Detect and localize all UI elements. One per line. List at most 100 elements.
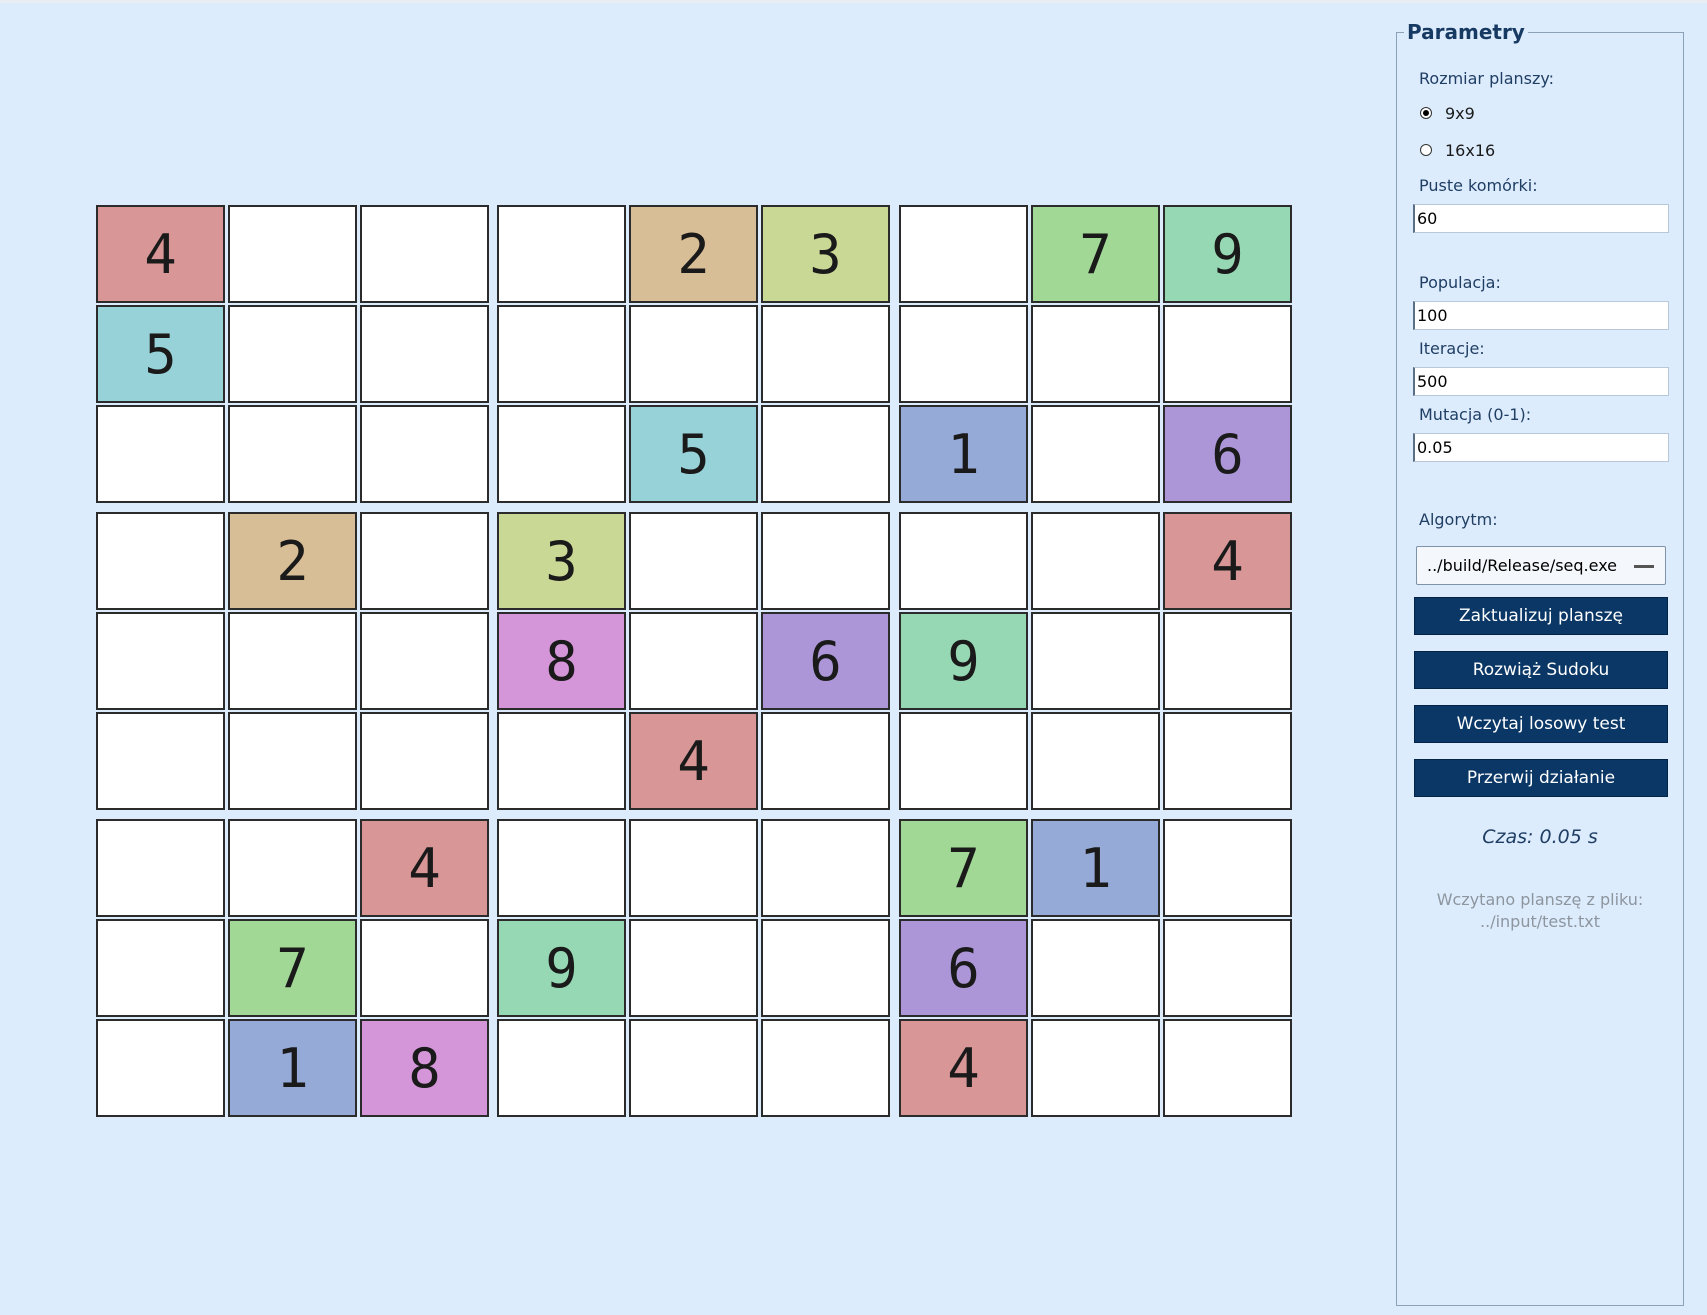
sudoku-cell-r1-c2[interactable] (228, 205, 357, 303)
algorithm-select[interactable]: ../build/Release/seq.exe (1416, 546, 1666, 585)
sudoku-cell-r4-c1[interactable] (96, 512, 225, 610)
sudoku-cell-r1-c3[interactable] (360, 205, 489, 303)
sudoku-cell-r4-c6[interactable] (761, 512, 890, 610)
sudoku-cell-r5-c7[interactable]: 9 (899, 612, 1028, 710)
sudoku-cell-r8-c6[interactable] (761, 919, 890, 1017)
sudoku-cell-r4-c4[interactable]: 3 (497, 512, 626, 610)
sudoku-cell-r2-c1[interactable]: 5 (96, 305, 225, 403)
iterations-label: Iteracje: (1419, 339, 1485, 358)
radio-size-9x9[interactable]: 9x9 (1420, 103, 1475, 123)
sudoku-cell-r7-c3[interactable]: 4 (360, 819, 489, 917)
dropdown-arrow-icon (1634, 565, 1654, 568)
sudoku-cell-r2-c2[interactable] (228, 305, 357, 403)
radio-indicator-icon[interactable] (1420, 144, 1432, 156)
sudoku-cell-r6-c7[interactable] (899, 712, 1028, 810)
radio-indicator-icon[interactable] (1420, 107, 1432, 119)
sudoku-cell-r7-c2[interactable] (228, 819, 357, 917)
sudoku-cell-r2-c8[interactable] (1031, 305, 1160, 403)
status-line-2: ../input/test.txt (1480, 912, 1600, 931)
sudoku-cell-r9-c2[interactable]: 1 (228, 1019, 357, 1117)
sudoku-cell-r1-c7[interactable] (899, 205, 1028, 303)
sudoku-cell-r4-c5[interactable] (629, 512, 758, 610)
sudoku-cell-r8-c9[interactable] (1163, 919, 1292, 1017)
sudoku-cell-r4-c7[interactable] (899, 512, 1028, 610)
sudoku-cell-r4-c3[interactable] (360, 512, 489, 610)
sudoku-cell-r6-c6[interactable] (761, 712, 890, 810)
sudoku-cell-r6-c1[interactable] (96, 712, 225, 810)
radio-size-16x16[interactable]: 16x16 (1420, 140, 1495, 160)
sudoku-cell-r7-c5[interactable] (629, 819, 758, 917)
sudoku-cell-r4-c2[interactable]: 2 (228, 512, 357, 610)
mutation-input[interactable] (1413, 433, 1669, 462)
sudoku-cell-r1-c9[interactable]: 9 (1163, 205, 1292, 303)
sudoku-cell-r3-c8[interactable] (1031, 405, 1160, 503)
empty-cells-input[interactable] (1413, 204, 1669, 233)
sudoku-cell-r5-c9[interactable] (1163, 612, 1292, 710)
sudoku-cell-r3-c9[interactable]: 6 (1163, 405, 1292, 503)
sudoku-cell-r8-c7[interactable]: 6 (899, 919, 1028, 1017)
sudoku-cell-r7-c6[interactable] (761, 819, 890, 917)
sudoku-cell-r9-c1[interactable] (96, 1019, 225, 1117)
sudoku-cell-r5-c8[interactable] (1031, 612, 1160, 710)
sudoku-cell-r9-c7[interactable]: 4 (899, 1019, 1028, 1117)
sudoku-cell-r2-c7[interactable] (899, 305, 1028, 403)
sudoku-cell-r3-c5[interactable]: 5 (629, 405, 758, 503)
sudoku-cell-r9-c8[interactable] (1031, 1019, 1160, 1117)
sudoku-cell-r7-c4[interactable] (497, 819, 626, 917)
sudoku-cell-r4-c8[interactable] (1031, 512, 1160, 610)
sudoku-cell-r8-c4[interactable]: 9 (497, 919, 626, 1017)
sudoku-cell-r3-c6[interactable] (761, 405, 890, 503)
sudoku-cell-r6-c3[interactable] (360, 712, 489, 810)
sudoku-cell-r8-c2[interactable]: 7 (228, 919, 357, 1017)
sudoku-cell-r1-c5[interactable]: 2 (629, 205, 758, 303)
sudoku-cell-r9-c3[interactable]: 8 (360, 1019, 489, 1117)
sudoku-cell-r2-c5[interactable] (629, 305, 758, 403)
update-board-button[interactable]: Zaktualizuj planszę (1414, 597, 1668, 635)
sudoku-cell-r8-c1[interactable] (96, 919, 225, 1017)
sudoku-cell-r3-c3[interactable] (360, 405, 489, 503)
sudoku-cell-r1-c6[interactable]: 3 (761, 205, 890, 303)
load-random-test-button[interactable]: Wczytaj losowy test (1414, 705, 1668, 743)
sudoku-cell-r7-c7[interactable]: 7 (899, 819, 1028, 917)
sudoku-cell-r5-c6[interactable]: 6 (761, 612, 890, 710)
sudoku-cell-r9-c6[interactable] (761, 1019, 890, 1117)
sudoku-board: 4237955162348694471796184 (0, 0, 1300, 1130)
sudoku-cell-r6-c4[interactable] (497, 712, 626, 810)
sudoku-cell-r7-c9[interactable] (1163, 819, 1292, 917)
sudoku-cell-r9-c4[interactable] (497, 1019, 626, 1117)
sudoku-cell-r5-c5[interactable] (629, 612, 758, 710)
sudoku-cell-r5-c1[interactable] (96, 612, 225, 710)
sudoku-cell-r4-c9[interactable]: 4 (1163, 512, 1292, 610)
solve-sudoku-button[interactable]: Rozwiąż Sudoku (1414, 651, 1668, 689)
sudoku-cell-r9-c5[interactable] (629, 1019, 758, 1117)
sudoku-cell-r6-c2[interactable] (228, 712, 357, 810)
sudoku-cell-r7-c8[interactable]: 1 (1031, 819, 1160, 917)
radio-selected-dot-icon (1423, 110, 1429, 116)
sudoku-cell-r1-c4[interactable] (497, 205, 626, 303)
sudoku-cell-r3-c4[interactable] (497, 405, 626, 503)
sudoku-cell-r1-c8[interactable]: 7 (1031, 205, 1160, 303)
iterations-input[interactable] (1413, 367, 1669, 396)
sudoku-cell-r3-c7[interactable]: 1 (899, 405, 1028, 503)
sudoku-cell-r9-c9[interactable] (1163, 1019, 1292, 1117)
sudoku-cell-r6-c8[interactable] (1031, 712, 1160, 810)
radio-size-16x16-label: 16x16 (1445, 140, 1496, 160)
sudoku-cell-r8-c8[interactable] (1031, 919, 1160, 1017)
sudoku-cell-r8-c5[interactable] (629, 919, 758, 1017)
sudoku-cell-r6-c9[interactable] (1163, 712, 1292, 810)
sudoku-cell-r3-c1[interactable] (96, 405, 225, 503)
abort-button[interactable]: Przerwij działanie (1414, 759, 1668, 797)
sudoku-cell-r2-c4[interactable] (497, 305, 626, 403)
sudoku-cell-r3-c2[interactable] (228, 405, 357, 503)
population-input[interactable] (1413, 301, 1669, 330)
sudoku-cell-r5-c4[interactable]: 8 (497, 612, 626, 710)
sudoku-cell-r5-c2[interactable] (228, 612, 357, 710)
sudoku-cell-r7-c1[interactable] (96, 819, 225, 917)
sudoku-cell-r8-c3[interactable] (360, 919, 489, 1017)
sudoku-cell-r2-c6[interactable] (761, 305, 890, 403)
sudoku-cell-r2-c9[interactable] (1163, 305, 1292, 403)
sudoku-cell-r2-c3[interactable] (360, 305, 489, 403)
sudoku-cell-r1-c1[interactable]: 4 (96, 205, 225, 303)
sudoku-cell-r5-c3[interactable] (360, 612, 489, 710)
sudoku-cell-r6-c5[interactable]: 4 (629, 712, 758, 810)
